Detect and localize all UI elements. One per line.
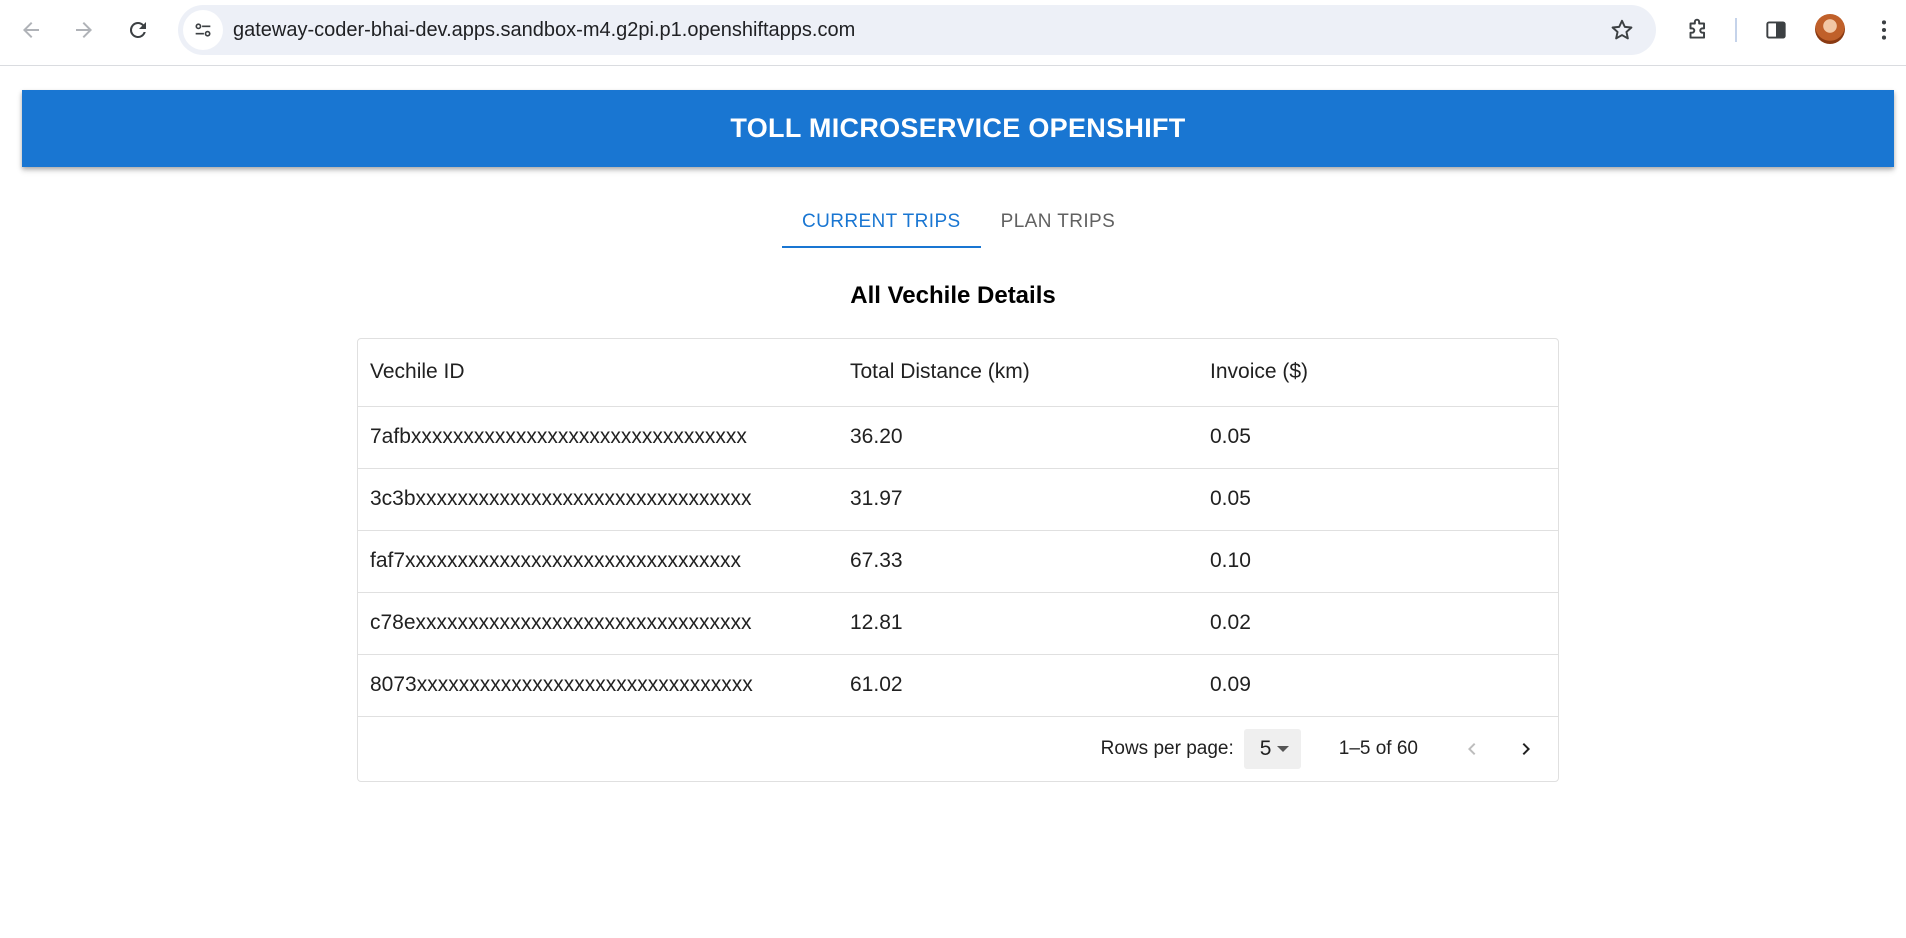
back-button[interactable] <box>13 12 49 48</box>
cell-vehicle-id: 8073xxxxxxxxxxxxxxxxxxxxxxxxxxxxxxxx <box>358 654 838 717</box>
cell-total-distance: 67.33 <box>838 530 1198 593</box>
forward-arrow-icon <box>76 22 92 38</box>
toolbar-divider <box>1735 18 1737 42</box>
rows-per-page-label: Rows per page: <box>1100 738 1234 759</box>
table-row: 8073xxxxxxxxxxxxxxxxxxxxxxxxxxxxxxxx 61.… <box>358 654 1558 717</box>
cell-vehicle-id: c78exxxxxxxxxxxxxxxxxxxxxxxxxxxxxxxx <box>358 592 838 655</box>
browser-menu-button[interactable] <box>1866 12 1902 48</box>
bookmark-button[interactable] <box>1608 16 1636 44</box>
extensions-button[interactable] <box>1679 12 1715 48</box>
cell-invoice: 0.02 <box>1198 592 1558 655</box>
app-title: TOLL MICROSERVICE OPENSHIFT <box>730 113 1186 143</box>
app-header: TOLL MICROSERVICE OPENSHIFT <box>22 90 1894 167</box>
rows-per-page-select[interactable]: 5 <box>1243 729 1301 769</box>
table-row: 7afbxxxxxxxxxxxxxxxxxxxxxxxxxxxxxxxx 36.… <box>358 406 1558 469</box>
cell-vehicle-id: 7afbxxxxxxxxxxxxxxxxxxxxxxxxxxxxxxxx <box>358 406 838 469</box>
cell-total-distance: 31.97 <box>838 468 1198 531</box>
tab-plan-trips[interactable]: PLAN TRIPS <box>981 196 1136 248</box>
column-header-total-distance: Total Distance (km) <box>838 339 1198 407</box>
cell-total-distance: 12.81 <box>838 592 1198 655</box>
cell-invoice: 0.09 <box>1198 654 1558 717</box>
profile-avatar[interactable] <box>1815 14 1845 44</box>
site-info-button[interactable] <box>183 10 223 50</box>
cell-total-distance: 61.02 <box>838 654 1198 717</box>
next-page-button[interactable] <box>1506 729 1546 769</box>
kebab-menu-icon <box>1881 20 1887 40</box>
cell-vehicle-id: faf7xxxxxxxxxxxxxxxxxxxxxxxxxxxxxxxx <box>358 530 838 593</box>
cell-vehicle-id: 3c3bxxxxxxxxxxxxxxxxxxxxxxxxxxxxxxxx <box>358 468 838 531</box>
side-panel-button[interactable] <box>1758 12 1794 48</box>
reload-icon <box>129 21 146 38</box>
previous-page-button[interactable] <box>1452 729 1492 769</box>
caret-down-icon <box>1277 746 1290 752</box>
table-row: c78exxxxxxxxxxxxxxxxxxxxxxxxxxxxxxxx 12.… <box>358 592 1558 655</box>
cell-invoice: 0.05 <box>1198 406 1558 469</box>
url-text[interactable]: gateway-coder-bhai-dev.apps.sandbox-m4.g… <box>233 19 855 42</box>
table-row: faf7xxxxxxxxxxxxxxxxxxxxxxxxxxxxxxxx 67.… <box>358 530 1558 593</box>
back-arrow-icon <box>23 22 39 38</box>
tab-current-trips[interactable]: CURRENT TRIPS <box>782 196 981 248</box>
section-title: All Vechile Details <box>850 282 1056 309</box>
vehicle-table: Vechile ID Total Distance (km) Invoice (… <box>358 339 1558 717</box>
column-header-vehicle-id: Vechile ID <box>358 339 838 407</box>
cell-total-distance: 36.20 <box>838 406 1198 469</box>
site-settings-icon <box>195 23 211 37</box>
cell-invoice: 0.10 <box>1198 530 1558 593</box>
vehicle-table-card: Vechile ID Total Distance (km) Invoice (… <box>357 338 1559 782</box>
cell-invoice: 0.05 <box>1198 468 1558 531</box>
page-range-text: 1–5 of 60 <box>1338 738 1418 759</box>
browser-toolbar: gateway-coder-bhai-dev.apps.sandbox-m4.g… <box>0 0 1906 66</box>
chevron-right-icon <box>1522 743 1530 755</box>
table-pagination: Rows per page: 5 1–5 of 60 <box>358 717 1558 781</box>
extensions-puzzle-icon <box>1689 18 1706 39</box>
forward-button[interactable] <box>66 12 102 48</box>
rows-per-page-value: 5 <box>1259 737 1272 760</box>
address-bar[interactable]: gateway-coder-bhai-dev.apps.sandbox-m4.g… <box>178 5 1656 55</box>
table-row: 3c3bxxxxxxxxxxxxxxxxxxxxxxxxxxxxxxxx 31.… <box>358 468 1558 531</box>
reload-button[interactable] <box>120 12 156 48</box>
chevron-left-icon <box>1468 743 1476 755</box>
tab-bar: CURRENT TRIPS PLAN TRIPS <box>782 196 1135 248</box>
star-icon <box>1611 19 1633 40</box>
side-panel-icon <box>1766 21 1786 39</box>
column-header-invoice: Invoice ($) <box>1198 339 1558 407</box>
table-header-row: Vechile ID Total Distance (km) Invoice (… <box>358 339 1558 407</box>
